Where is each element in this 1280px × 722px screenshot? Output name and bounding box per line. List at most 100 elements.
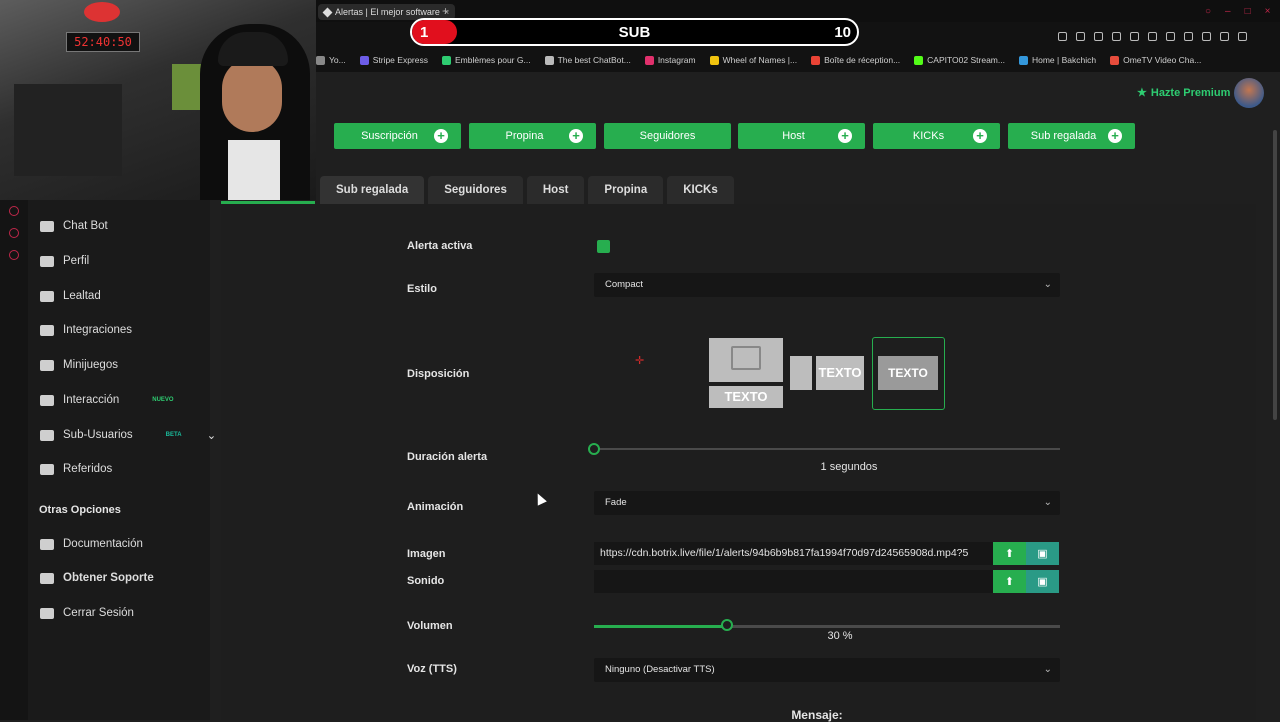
alert-type-button[interactable]: Host +	[738, 123, 865, 149]
alert-type-label: Sub regalada	[1030, 130, 1097, 142]
upload-icon: ⬆	[1004, 548, 1015, 560]
layout-option-overlay[interactable]: TEXTO	[872, 337, 945, 410]
alert-type-button[interactable]: KICKs +	[873, 123, 1000, 149]
chevron-down-icon: ⌄	[1043, 497, 1052, 508]
alert-type-button[interactable]: Seguidores+	[604, 123, 731, 149]
alert-type-button[interactable]: Suscripción +	[334, 123, 461, 149]
close-icon[interactable]: ×	[1265, 6, 1271, 17]
chat-icon[interactable]	[9, 228, 19, 238]
tts-voice-select[interactable]: Ninguno (Desactivar TTS) ⌄	[594, 658, 1060, 682]
bookmark-item[interactable]: CAPITO02 Stream...	[914, 55, 1005, 65]
bookmark-item[interactable]: Emblèmes pour G...	[441, 55, 531, 65]
play-icon[interactable]	[1130, 32, 1139, 41]
webcam-decoration	[84, 2, 120, 22]
search-icon[interactable]: ○	[1205, 6, 1211, 17]
bookmark-item[interactable]: Boîte de réception...	[811, 55, 900, 65]
sidebar-item[interactable]: Perfil	[40, 255, 89, 267]
bookmark-favicon-icon	[1018, 55, 1028, 65]
gallery-sound-button[interactable]: ▣	[1026, 570, 1059, 593]
bookmark-icon[interactable]	[1076, 32, 1085, 41]
alert-type-button[interactable]: Propina +	[469, 123, 596, 149]
layout-option-stacked[interactable]: TEXTO	[709, 338, 783, 410]
left-rail	[0, 200, 28, 720]
tts-voice-label: Voz (TTS)	[407, 663, 457, 675]
bookmark-item[interactable]: Home | Bakchich	[1018, 55, 1096, 65]
tab-subtab[interactable]: Sub regalada	[320, 176, 425, 204]
bookmark-item[interactable]: Stripe Express	[359, 55, 428, 65]
tab-subtab[interactable]: Host	[526, 176, 585, 204]
duration-slider-handle[interactable]	[588, 443, 600, 455]
layout-option-inline[interactable]: TEXTO	[790, 356, 864, 390]
avatar[interactable]	[1234, 78, 1264, 108]
bookmark-favicon-icon	[1110, 55, 1120, 65]
add-icon[interactable]: +	[838, 129, 852, 143]
shield-icon[interactable]	[1094, 32, 1103, 41]
add-icon[interactable]: +	[434, 129, 448, 143]
style-select[interactable]: Compact ⌄	[594, 273, 1060, 297]
image-label: Imagen	[407, 548, 446, 560]
tab-subtab[interactable]: KICKs	[667, 176, 734, 204]
style-label: Estilo	[407, 283, 437, 295]
sidebar-item-icon	[40, 359, 54, 371]
alert-type-label: KICKs	[912, 130, 945, 142]
bookmark-item[interactable]: The best ChatBot...	[544, 55, 631, 65]
new-tab-icon[interactable]: +	[442, 4, 449, 18]
bookmark-item[interactable]: OmeTV Video Cha...	[1110, 55, 1201, 65]
bookmark-favicon-icon	[359, 55, 369, 65]
duration-slider[interactable]	[594, 448, 1060, 450]
translate-icon[interactable]	[1112, 32, 1121, 41]
bookmark-label: Boîte de réception...	[824, 55, 901, 65]
sidebar-item[interactable]: Integraciones	[40, 324, 132, 336]
download-icon[interactable]	[1202, 32, 1211, 41]
bookmark-label: CAPITO02 Stream...	[927, 55, 1005, 65]
sidebar-item-icon	[40, 572, 54, 584]
history-icon[interactable]	[9, 206, 19, 216]
menu-icon[interactable]	[1238, 32, 1247, 41]
sidebar-item[interactable]: Sub-Usuarios BETA ⌄	[40, 428, 216, 442]
bookmark-item[interactable]: Wheel of Names |...	[709, 55, 797, 65]
sidebar-item-label: Documentación	[63, 538, 143, 550]
maximize-icon[interactable]: □	[1245, 6, 1251, 17]
minimize-icon[interactable]: –	[1225, 6, 1231, 17]
alert-active-label: Alerta activa	[407, 240, 473, 252]
extensions-icon[interactable]	[1166, 32, 1175, 41]
animation-label: Animación	[407, 501, 464, 513]
sidebar-other-item[interactable]: Cerrar Sesión	[40, 607, 134, 619]
alert-active-checkbox[interactable]	[597, 240, 610, 253]
sidebar-item[interactable]: Referidos	[40, 463, 112, 475]
sidebar-other-item[interactable]: Documentación	[40, 538, 143, 550]
tab-subtab[interactable]: Propina	[588, 176, 664, 204]
sidebar-item-badge: NUEVO	[152, 397, 174, 403]
sidebar-item[interactable]: Minijuegos	[40, 359, 118, 371]
chevron-down-icon: ⌄	[1043, 664, 1052, 675]
premium-link[interactable]: ★ Hazte Premium	[1137, 86, 1230, 100]
animation-select[interactable]: Fade ⌄	[594, 491, 1060, 515]
alert-type-label: Host	[782, 130, 805, 142]
sidebar-item-label: Cerrar Sesión	[63, 607, 134, 619]
alert-type-button[interactable]: Sub regalada +	[1008, 123, 1135, 149]
image-url-field[interactable]: https://cdn.botrix.live/file/1/alerts/94…	[594, 542, 993, 565]
tab-subtab[interactable]: Seguidores	[428, 176, 523, 204]
add-icon[interactable]: +	[973, 129, 987, 143]
sidebar-item-icon	[40, 463, 54, 475]
sound-url-field[interactable]	[594, 570, 993, 593]
sidebar-item[interactable]: Chat Bot	[40, 220, 108, 232]
volume-slider-handle[interactable]	[720, 619, 733, 631]
add-icon[interactable]: +	[569, 129, 583, 143]
pin-icon[interactable]	[1058, 32, 1067, 41]
chevron-down-icon[interactable]: ⌄	[207, 428, 217, 442]
settings-icon[interactable]	[9, 250, 19, 260]
add-icon[interactable]: +	[1108, 129, 1122, 143]
upload-sound-button[interactable]: ⬆	[993, 570, 1026, 593]
gallery-image-button[interactable]: ▣	[1026, 542, 1059, 565]
sidebar-item[interactable]: Interacción NUEVO	[40, 394, 174, 406]
upload-image-button[interactable]: ⬆	[993, 542, 1026, 565]
page-scrollbar[interactable]	[1273, 130, 1277, 420]
profile-icon[interactable]	[1184, 32, 1193, 41]
sidebar-other-item[interactable]: Obtener Soporte	[40, 572, 154, 584]
bookmark-item[interactable]: Yo...	[316, 55, 346, 65]
ai-icon[interactable]	[1220, 32, 1229, 41]
bookmark-item[interactable]: Instagram	[644, 55, 696, 65]
heart-icon[interactable]	[1148, 32, 1157, 41]
sidebar-item[interactable]: Lealtad	[40, 290, 101, 302]
